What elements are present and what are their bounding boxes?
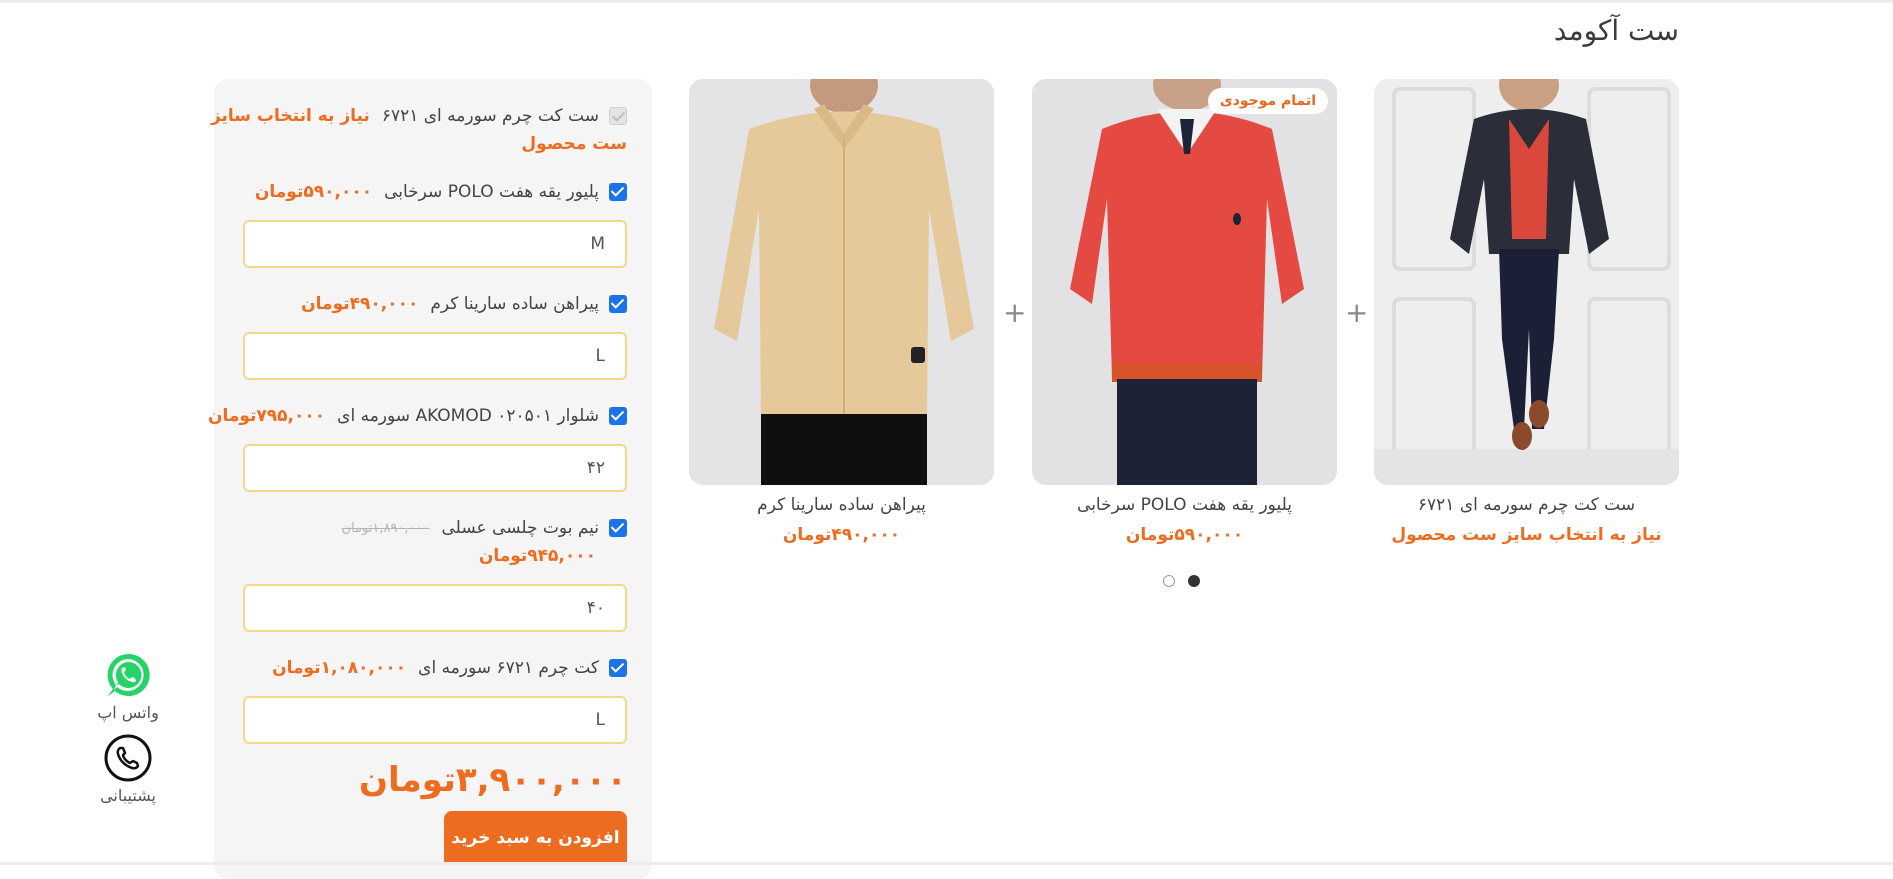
bundle-item-price: ۹۴۵,۰۰۰تومان [478, 546, 596, 566]
product-price: ۴۹۰,۰۰۰تومان [782, 525, 901, 545]
item-checkbox[interactable] [609, 407, 627, 425]
carousel-dot-2[interactable] [1163, 575, 1175, 587]
product-name[interactable]: ست کت چرم سورمه ای ۶۷۲۱ [1374, 495, 1679, 515]
checkbox-disabled [609, 107, 627, 125]
bundle-item-pants[interactable]: شلوار AKOMOD ۰۲۰۵۰۱ سورمه ای ۷۹۵,۰۰۰توما… [208, 406, 627, 426]
product-card-cream-shirt[interactable]: پیراهن ساده سارینا کرم ۴۹۰,۰۰۰تومان [689, 79, 994, 545]
plus-icon: + [1003, 296, 1027, 329]
phone-icon[interactable] [104, 734, 152, 782]
bundle-item-price: ۱,۰۸۰,۰۰۰تومان [272, 658, 407, 678]
add-to-cart-button[interactable]: افزودن به سبد خرید [444, 811, 627, 865]
size-select-boots[interactable]: ۴۰ [243, 584, 627, 632]
bundle-item-label: پلیور یقه هفت POLO سرخابی [384, 182, 599, 202]
jacket-set-illustration [1374, 79, 1679, 485]
product-image-polo-sweater[interactable]: اتمام موجودی [1032, 79, 1337, 485]
carousel-dot-1[interactable] [1188, 575, 1200, 587]
bundle-item-label: پیراهن ساده سارینا کرم [430, 294, 599, 314]
bundle-item-label: ست کت چرم سورمه ای ۶۷۲۱ [381, 106, 599, 126]
item-checkbox[interactable] [609, 519, 627, 537]
whatsapp-label: واتس اپ [97, 703, 159, 722]
polo-sweater-illustration [1032, 79, 1337, 485]
bundle-item-boots[interactable]: نیم بوت چلسی عسلی ۱,۸۹۰,۰۰۰تومان [342, 518, 627, 538]
product-price: نیاز به انتخاب سایز ست محصول [1391, 525, 1662, 545]
bundle-item-label: نیم بوت چلسی عسلی [441, 518, 599, 538]
bundle-item-boots-price: ۹۴۵,۰۰۰تومان [479, 546, 596, 566]
bundle-item-price: نیاز به انتخاب سایز [210, 106, 370, 126]
support-label: پشتیبانی [100, 786, 156, 805]
whatsapp-icon[interactable] [104, 651, 152, 699]
bundle-item-price: ۵۹۰,۰۰۰تومان [254, 182, 373, 202]
out-of-stock-badge: اتمام موجودی [1207, 88, 1328, 114]
product-name[interactable]: پلیور یقه هفت POLO سرخابی [1032, 495, 1337, 515]
carousel-pagination [1163, 575, 1200, 587]
size-select-shirt[interactable]: L [243, 332, 627, 380]
bundle-item-price: ۷۹۵,۰۰۰تومان [207, 406, 326, 426]
bundle-item-set-line2: ست محصول [521, 134, 627, 154]
product-image-jacket-set[interactable] [1374, 79, 1679, 485]
bundle-item-shirt[interactable]: پیراهن ساده سارینا کرم ۴۹۰,۰۰۰تومان [301, 294, 627, 314]
bundle-item-label: شلوار AKOMOD ۰۲۰۵۰۱ سورمه ای [337, 406, 599, 426]
cream-shirt-illustration [689, 79, 994, 485]
bundle-panel: ست کت چرم سورمه ای ۶۷۲۱ نیاز به انتخاب س… [208, 79, 652, 879]
bundle-item-jacket[interactable]: کت چرم ۶۷۲۱ سورمه ای ۱,۰۸۰,۰۰۰تومان [272, 658, 627, 678]
product-price: ۵۹۰,۰۰۰تومان [1125, 525, 1244, 545]
section-title: ست آکومد [1553, 14, 1679, 47]
bundle-item-set[interactable]: ست کت چرم سورمه ای ۶۷۲۱ نیاز به انتخاب س… [211, 106, 627, 126]
whatsapp-contact[interactable]: واتس اپ [78, 651, 178, 722]
bundle-item-polo[interactable]: پلیور یقه هفت POLO سرخابی ۵۹۰,۰۰۰تومان [255, 182, 627, 202]
product-card-jacket-set[interactable]: ست کت چرم سورمه ای ۶۷۲۱ نیاز به انتخاب س… [1374, 79, 1679, 545]
bundle-item-old-price: ۱,۸۹۰,۰۰۰تومان [341, 520, 430, 536]
top-divider [0, 0, 1893, 3]
product-name[interactable]: پیراهن ساده سارینا کرم [689, 495, 994, 515]
support-contact[interactable]: پشتیبانی [78, 734, 178, 805]
size-select-jacket[interactable]: L [243, 696, 627, 744]
product-card-polo-sweater[interactable]: اتمام موجودی پلیور یقه هفت POLO سرخابی ۵… [1032, 79, 1337, 545]
item-checkbox[interactable] [609, 295, 627, 313]
size-select-polo[interactable]: M [243, 220, 627, 268]
item-checkbox[interactable] [609, 183, 627, 201]
plus-icon: + [1345, 296, 1369, 329]
item-checkbox[interactable] [609, 659, 627, 677]
bundle-total-price: ۳,۹۰۰,۰۰۰تومان [358, 760, 627, 800]
product-image-cream-shirt[interactable] [689, 79, 994, 485]
bundle-item-price: ۴۹۰,۰۰۰تومان [301, 294, 419, 314]
size-select-pants[interactable]: ۴۲ [243, 444, 627, 492]
bundle-item-price-line2: ست محصول [521, 134, 627, 154]
bundle-item-label: کت چرم ۶۷۲۱ سورمه ای [418, 658, 599, 678]
